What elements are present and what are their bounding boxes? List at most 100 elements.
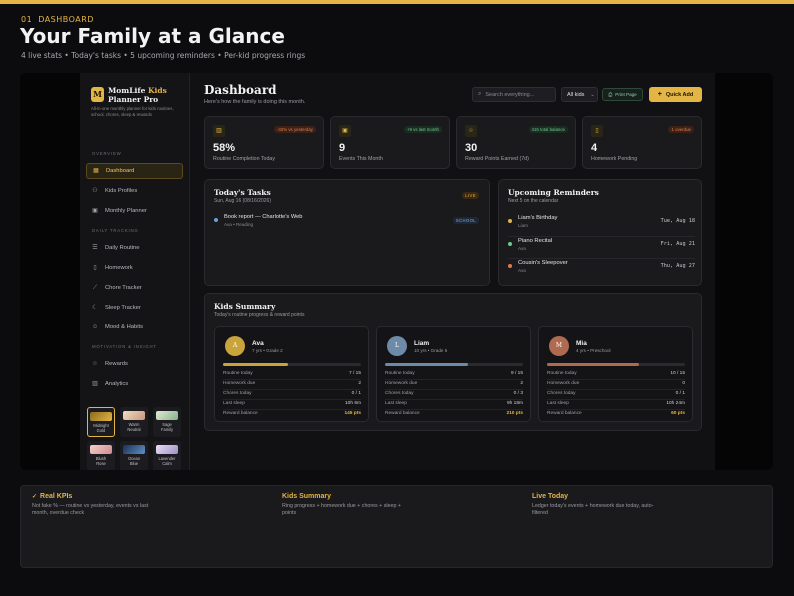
stat-value: 10h 6m [345,401,361,406]
theme-blush-rose[interactable]: Blush Rose [87,441,115,470]
feature-body: Ledger today's events + homework due tod… [532,503,654,516]
stat-label: Chores today [547,391,576,396]
kid-select[interactable]: All kids ⌄ [561,87,598,102]
progress-fill [547,363,640,366]
people-icon: ⚇ [92,188,98,194]
reminder-item[interactable]: Piano Recital Ava Fri, Aug 21 [508,237,695,259]
feature-title: ✓ Real KPIs [32,493,212,500]
reminder-item[interactable]: Cousin's Sleepover Ava Thu, Aug 27 [508,259,695,281]
stat-label: Homework due [223,381,256,386]
sidebar-item-label: Analytics [105,381,129,387]
kpi-value: 58% [213,142,236,154]
stat-row-homework: Homework due 0 [547,381,685,386]
kpi-card-homework: ▯ 1 overdue 4 Homework Pending [582,116,702,169]
kpi-badge: 415 total balance [528,126,568,133]
sidebar-item-rewards[interactable]: ☆ Rewards [86,356,183,372]
hero-title: Your Family at a Glance [20,24,285,48]
calendar-icon: ▣ [339,125,351,137]
task-dot [214,218,218,222]
quick-add-button[interactable]: + Quick Add [649,87,702,102]
kpi-badge: +9 vs last month [403,126,442,133]
grid-icon: ▦ [93,168,99,174]
theme-ocean-blue[interactable]: Ocean Blue [120,441,148,470]
reminder-kid: Liam [518,223,528,228]
divider [547,399,685,400]
tasks-title: Today's Tasks [214,188,271,197]
progress-bar [223,363,361,366]
avatar: L [387,336,407,356]
hero-subtitle: 4 live stats • Today's tasks • 5 upcomin… [21,51,306,60]
reminder-dot [508,264,512,268]
sidebar-item-kids-profiles[interactable]: ⚇ Kids Profiles [86,183,183,199]
sidebar-item-monthly-planner[interactable]: ▣ Monthly Planner [86,203,183,219]
kid-card-ava[interactable]: A Ava 7 yrs • Grade 2 Routine today 7 / 1… [214,326,369,422]
check-icon: ✓ [32,494,38,500]
stat-value: 145 pts [344,411,361,416]
broom-icon: ⟋ [92,285,98,291]
kid-name: Ava [252,340,264,347]
theme-label-2: Blue [129,460,139,466]
stat-value: 0 / 1 [675,391,685,396]
page-subtitle: Here's how the family is doing this mont… [204,99,306,105]
kid-card-liam[interactable]: L Liam 10 yrs • Grade 5 Routine today 9 /… [376,326,531,422]
stat-value: 0 / 1 [351,391,361,396]
sidebar-item-homework[interactable]: ▯ Homework [86,260,183,276]
theme-warm-neutral[interactable]: Warm Neutral [120,407,148,437]
print-button[interactable]: ⎙ Print Page [602,88,643,101]
theme-swatch [90,445,112,454]
sidebar-item-mood-habits[interactable]: ☺ Mood & Habits [86,319,183,335]
live-badge: LIVE [462,192,479,199]
checklist-icon: ☰ [92,245,98,251]
progress-bar [385,363,523,366]
chevron-down-icon: ⌄ [590,91,595,98]
stat-value: 0 [682,381,685,386]
theme-label-2: Rose [96,460,106,466]
kid-card-mia[interactable]: M Mia 4 yrs • Preschool Routine today 10 … [538,326,693,422]
bar-chart-icon: ▥ [213,125,225,137]
kid-meta: 10 yrs • Grade 5 [414,348,448,353]
kpi-value: 9 [339,142,346,154]
sidebar-item-label: Sleep Tracker [105,305,141,311]
sidebar-item-sleep-tracker[interactable]: ☾ Sleep Tracker [86,300,183,316]
avatar: A [225,336,245,356]
kpi-label: Reward Points Earned (7d) [465,156,529,162]
feature-kids-summary: Kids Summary Ring progress + homework du… [282,493,462,517]
reminder-name: Piano Recital [518,238,553,244]
reminder-item[interactable]: Liam's Birthday Liam Tue, Aug 18 [508,214,695,236]
stat-label: Reward balance [385,411,420,416]
theme-midnight-gold[interactable]: Midnight Gold [87,407,115,437]
stat-label: Routine today [547,371,577,376]
stat-value: 60 pts [671,411,685,416]
kpi-value: 30 [465,142,478,154]
sidebar-item-daily-routine[interactable]: ☰ Daily Routine [86,240,183,256]
stat-row-homework: Homework due 2 [385,381,523,386]
search-input[interactable]: ⌕ Search everything... [472,87,556,102]
page-title: Dashboard [204,83,277,97]
stat-row-chores: Chores today 0 / 3 [385,391,523,396]
stat-row-chores: Chores today 0 / 1 [547,391,685,396]
stat-value: 9 / 15 [510,371,523,376]
theme-lavender-calm[interactable]: Lavender Calm [153,441,181,470]
sidebar-item-analytics[interactable]: ▥ Analytics [86,376,183,392]
theme-swatch [123,411,145,420]
stat-row-rewards: Reward balance 145 pts [223,411,361,416]
app-frame: M MomLife Kids Planner Pro All-in-one mon… [20,73,773,470]
stat-label: Reward balance [547,411,582,416]
kids-summary-card: Kids Summary Today's routine progress & … [204,293,702,431]
calendar-icon: ▣ [92,208,98,214]
sidebar-item-dashboard[interactable]: ▦ Dashboard [86,163,183,179]
stat-value: 0 / 3 [513,391,523,396]
kpi-badge: -33% vs yesterday [273,126,316,133]
stat-value: 9h 18m [507,401,523,406]
feature-body: Ring progress + homework due + chores + … [282,503,401,516]
sidebar-item-chore-tracker[interactable]: ⟋ Chore Tracker [86,280,183,296]
section-eyebrow: 01 DASHBOARD [21,15,94,24]
tasks-date: Sun, Aug 16 (08/16/2026) [214,198,271,204]
stat-value: 210 pts [506,411,523,416]
stat-row-routine: Routine today 10 / 15 [547,371,685,376]
theme-sage-family[interactable]: Sage Family [153,407,181,437]
divider [547,379,685,380]
divider [385,399,523,400]
feature-real-kpis: ✓ Real KPIs Not fake % — routine vs yeste… [32,493,212,517]
logo-icon: M [91,87,104,102]
